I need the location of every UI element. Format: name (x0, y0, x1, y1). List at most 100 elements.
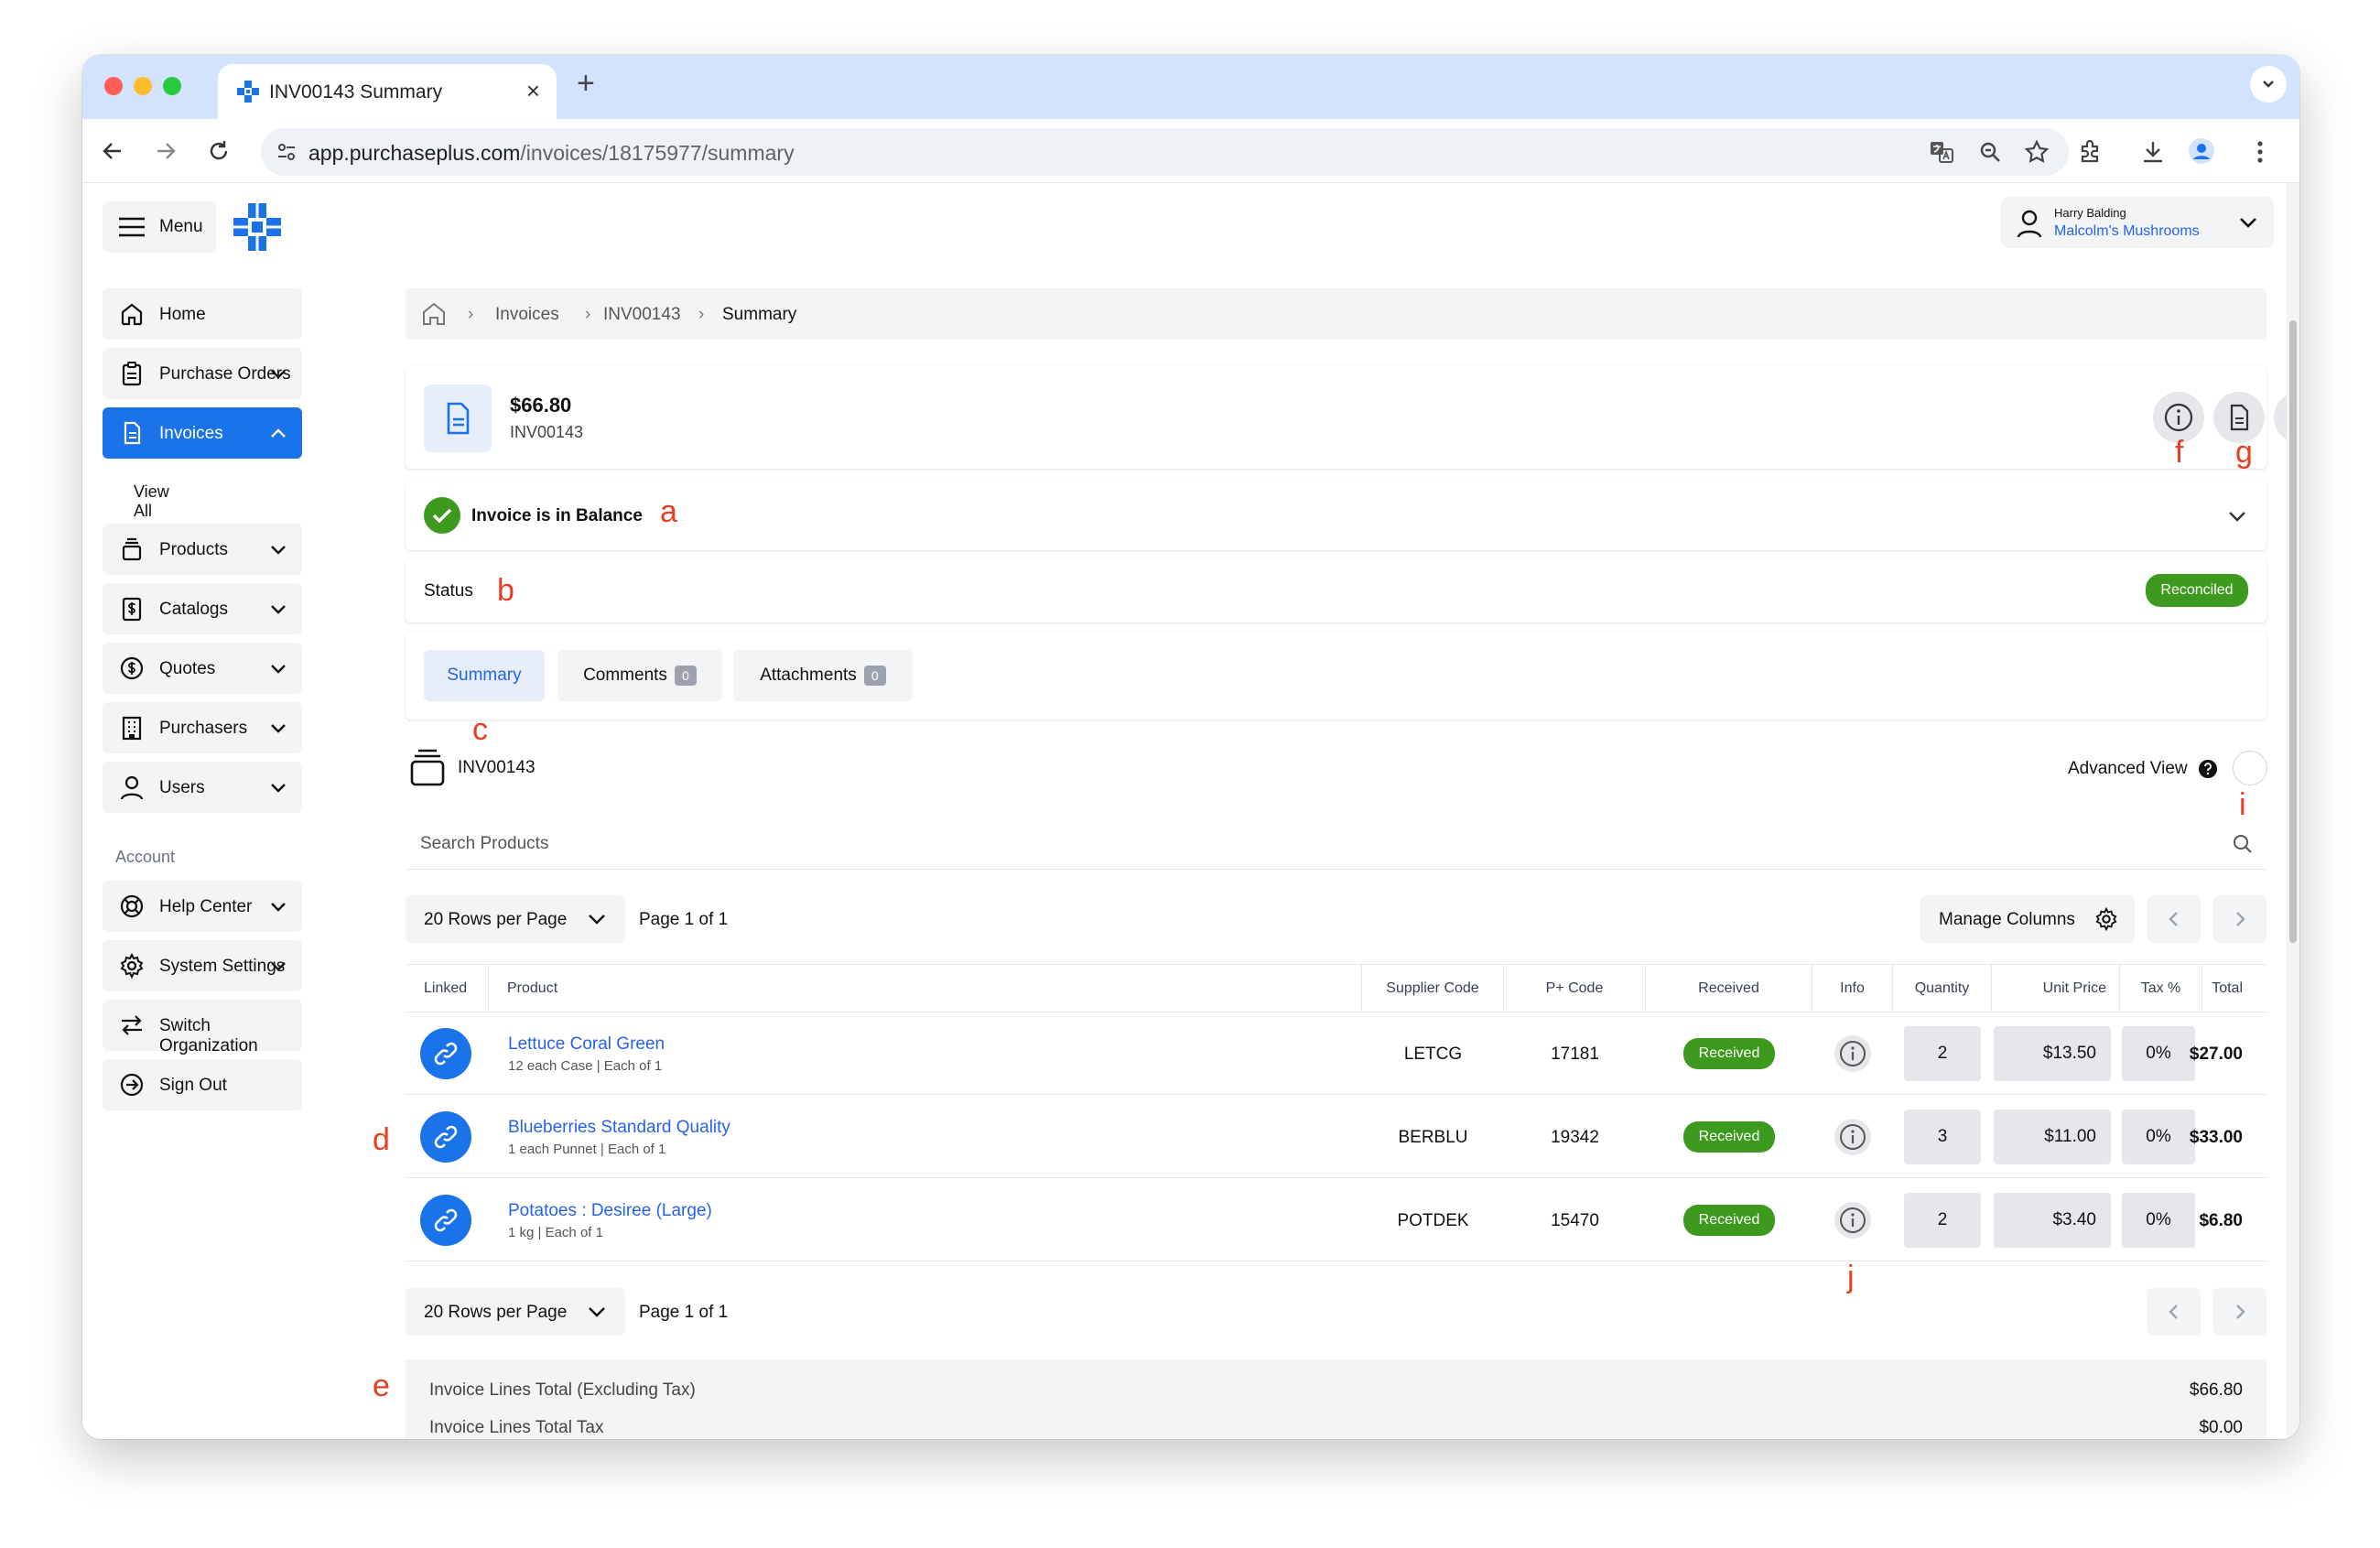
linked-product-button[interactable] (420, 1111, 471, 1163)
purchaseplus-logo[interactable] (232, 201, 283, 253)
chevron-right-icon (2236, 912, 2245, 926)
breadcrumb-invoice-number[interactable]: INV00143 (603, 305, 681, 325)
column-header-p-code: P+ Code (1504, 965, 1646, 1012)
linked-product-button[interactable] (420, 1028, 471, 1079)
info-icon[interactable] (1834, 1118, 1872, 1156)
sidebar-item-catalogs[interactable]: Catalogs (103, 583, 302, 634)
tab-attachments-label: Attachments (760, 666, 857, 685)
site-settings-icon[interactable] (276, 141, 298, 163)
column-header-received: Received (1646, 965, 1812, 1012)
browser-toolbar: app.purchaseplus.com/invoices/18175977/s… (82, 119, 2299, 183)
advanced-view-toggle[interactable] (2233, 751, 2267, 785)
sidebar-item-sign-out[interactable]: Sign Out (103, 1059, 302, 1110)
tab-summary[interactable]: Summary (424, 650, 545, 701)
info-icon[interactable] (1834, 1034, 1872, 1073)
page-scrollbar[interactable] (2287, 183, 2299, 1439)
link-icon (434, 1208, 458, 1232)
user-menu[interactable]: Harry Balding Malcolm's Mushrooms (2001, 197, 2274, 248)
zoom-icon[interactable] (1978, 140, 2002, 164)
tax-field[interactable]: 0% (2122, 1110, 2195, 1164)
address-bar[interactable]: app.purchaseplus.com/invoices/18175977/s… (261, 128, 2069, 176)
profile-avatar-icon[interactable] (2188, 137, 2215, 165)
info-icon[interactable] (1834, 1201, 1872, 1239)
previous-page-button[interactable] (2147, 895, 2201, 943)
linked-product-button[interactable] (420, 1195, 471, 1246)
unit-price-value: $11.00 (2044, 1127, 2096, 1146)
sidebar-item-label: Quotes (159, 659, 216, 678)
scrollbar-thumb[interactable] (2289, 320, 2297, 943)
home-icon[interactable] (420, 300, 448, 328)
product-name-link[interactable]: Potatoes : Desiree (Large) (508, 1201, 712, 1221)
sidebar-item-purchasers[interactable]: Purchasers (103, 702, 302, 753)
catalog-dollar-icon (119, 596, 145, 622)
quantity-value: 2 (1937, 1210, 1948, 1229)
maximize-window-button[interactable] (163, 77, 181, 95)
browser-menu-icon[interactable] (2256, 139, 2265, 165)
tab-title: INV00143 Summary (269, 81, 443, 103)
annotation-d: d (373, 1122, 390, 1157)
balance-card[interactable]: Invoice is in Balance (406, 481, 2266, 550)
more-options-button[interactable] (2274, 392, 2287, 443)
app-header: Menu Harry Balding Malcolm's Mushrooms (82, 183, 2287, 267)
forward-icon[interactable] (154, 139, 178, 163)
tax-field[interactable]: 0% (2122, 1026, 2195, 1081)
search-products-input[interactable] (420, 831, 2159, 857)
breadcrumb-invoices[interactable]: Invoices (495, 305, 559, 325)
page-info-bottom: Page 1 of 1 (639, 1303, 729, 1322)
translate-icon[interactable] (1929, 139, 1954, 165)
tab-attachments[interactable]: Attachments 0 (733, 650, 913, 701)
sidebar-item-label: Users (159, 778, 205, 797)
sidebar-item-switch-organization[interactable]: Switch Organization (103, 1000, 302, 1055)
manage-columns-button[interactable]: Manage Columns (1920, 895, 2135, 943)
totals-label: Invoice Lines Total (Excluding Tax) (429, 1380, 696, 1400)
quantity-field[interactable]: 3 (1904, 1110, 1981, 1164)
unit-price-field[interactable]: $13.50 (1994, 1026, 2111, 1081)
product-name-link[interactable]: Blueberries Standard Quality (508, 1118, 730, 1138)
chevron-down-icon[interactable] (2226, 506, 2248, 526)
next-page-button-bottom[interactable] (2213, 1288, 2266, 1336)
quantity-field[interactable]: 2 (1904, 1026, 1981, 1081)
previous-page-button-bottom[interactable] (2147, 1288, 2201, 1336)
minimize-window-button[interactable] (134, 77, 152, 95)
unit-price-field[interactable]: $11.00 (1994, 1110, 2111, 1164)
back-icon[interactable] (101, 139, 124, 163)
tab-close-icon[interactable]: × (526, 79, 540, 103)
tab-comments[interactable]: Comments 0 (557, 650, 722, 701)
chevron-up-icon (269, 426, 287, 442)
received-badge: Received (1683, 1205, 1775, 1236)
document-icon (2230, 404, 2249, 431)
sidebar-item-home[interactable]: Home (103, 288, 302, 340)
unit-price-value: $13.50 (2042, 1044, 2096, 1063)
download-icon[interactable] (2140, 139, 2166, 165)
bookmark-star-icon[interactable] (2024, 139, 2050, 165)
tab-search-button[interactable] (2250, 66, 2287, 103)
rows-per-page-select-bottom[interactable]: 20 Rows per Page (406, 1288, 625, 1336)
product-name-link[interactable]: Lettuce Coral Green (508, 1034, 665, 1055)
tax-field[interactable]: 0% (2122, 1193, 2195, 1248)
chevron-down-icon (269, 780, 287, 796)
sidebar-item-products[interactable]: Products (103, 524, 302, 575)
unit-price-field[interactable]: $3.40 (1994, 1193, 2111, 1248)
new-tab-icon[interactable]: + (577, 68, 595, 99)
status-card: Status Reconciled (406, 558, 2266, 622)
extensions-icon[interactable] (2078, 139, 2104, 165)
rows-per-page-select[interactable]: 20 Rows per Page (406, 895, 625, 943)
reload-icon[interactable] (207, 139, 231, 163)
close-window-button[interactable] (104, 77, 123, 95)
sidebar-item-invoices[interactable]: Invoices (103, 407, 302, 459)
quantity-field[interactable]: 2 (1904, 1193, 1981, 1248)
browser-tab[interactable]: INV00143 Summary × (218, 64, 557, 119)
help-question-icon[interactable] (2198, 759, 2218, 779)
menu-button[interactable]: Menu (103, 201, 216, 253)
search-icon[interactable] (2232, 833, 2254, 855)
sidebar-item-purchase-orders[interactable]: Purchase Orders (103, 348, 302, 399)
sidebar-item-system-settings[interactable]: System Settings (103, 940, 302, 991)
sidebar-subitem-view-all[interactable]: View All (134, 482, 169, 521)
purchaseplus-favicon-icon (236, 80, 260, 103)
table-row: Blueberries Standard Quality 1 each Punn… (406, 1096, 2266, 1178)
sidebar-item-quotes[interactable]: Quotes (103, 643, 302, 694)
product-description: 1 each Punnet | Each of 1 (508, 1142, 666, 1157)
next-page-button[interactable] (2213, 895, 2266, 943)
sidebar-item-help-center[interactable]: Help Center (103, 881, 302, 932)
sidebar-item-users[interactable]: Users (103, 762, 302, 813)
